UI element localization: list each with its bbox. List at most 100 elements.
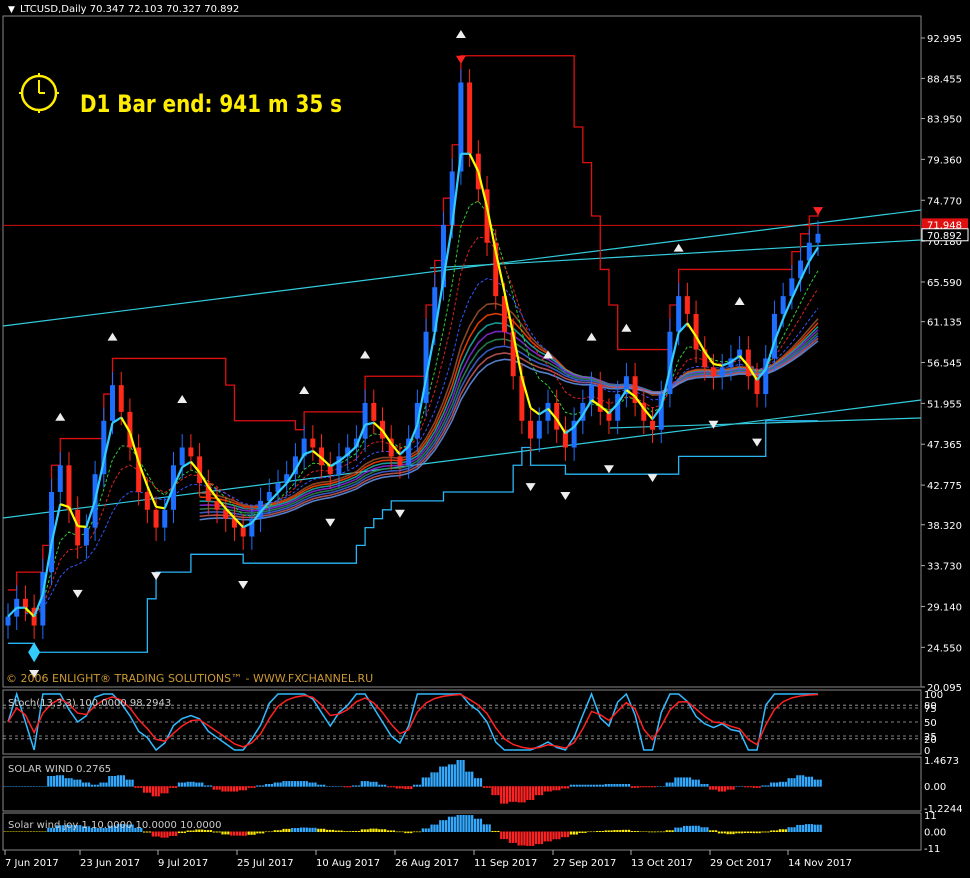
joy-bar [15,831,18,832]
joy-bar [494,830,497,832]
solar-wind-bar [639,786,642,788]
joy-bar [668,830,671,832]
main-price-panel[interactable] [2,29,922,679]
solar-wind-bar [189,781,192,787]
solar-wind-bar [250,786,253,788]
solar-wind-bar [166,786,169,794]
solar-wind-bar [325,786,329,787]
solar-wind-bar [177,782,181,787]
solar-wind-bar [47,775,50,787]
collapse-arrow-icon[interactable]: ▼ [8,5,15,15]
solar-wind-bar [767,785,770,787]
solar-wind-bar [653,786,657,788]
joy-tick-label: 11 [924,811,937,822]
solar-wind-bar [436,772,439,787]
joy-bar [276,830,279,832]
solar-wind-bar [160,786,163,794]
price-tick-label: 51.955 [927,399,962,410]
solar-wind-bar [256,785,259,787]
solar-wind-bar [587,784,590,787]
solar-wind-bar [584,784,587,787]
candle-body [83,527,89,546]
joy-bar [459,815,462,832]
joy-bar [517,831,520,846]
joy-bar [418,831,422,833]
solar-wind-bar [749,786,753,788]
joy-bar [421,828,425,832]
price-tick-label: 88.455 [927,74,962,85]
joy-bar [439,820,442,832]
solar-wind-bar [703,783,706,787]
price-tick-label: 92.995 [927,34,962,45]
joy-bar [267,831,271,833]
joy-bar [784,829,787,832]
joy-bar [29,831,33,832]
joy-bar [741,831,744,834]
time-tick-label: 27 Sep 2017 [553,858,616,869]
joy-bar [323,828,326,832]
solar-wind-bar [636,786,639,788]
candle-body [153,509,159,528]
joy-bar [601,831,605,832]
solar-wind-bar [790,778,793,787]
joy-bar [511,831,515,843]
joy-bar [279,830,282,832]
joy-bar [244,831,247,836]
joy-tick-label: 0.00 [924,828,946,839]
candle-body [118,385,124,412]
solar-wind-bar [12,786,15,787]
solar-wind-bar [581,784,584,787]
joy-bar [787,827,790,832]
solar-wind-bar [648,786,651,788]
solar-wind-bar [520,786,523,803]
candle-body [719,367,725,377]
solar-wind-bar [253,786,256,788]
joy-bar [729,831,732,835]
solar-wind-joy-panel[interactable]: 11 0.00 -11 [3,811,947,855]
ma-ribbon-line [199,312,819,509]
price-tick-label: 79.360 [927,155,962,166]
solar-wind-bar [453,764,456,787]
joy-bar [651,831,654,833]
solar-wind-bar [206,785,210,787]
solar-wind-bar [784,781,787,787]
joy-bar [375,828,378,832]
joy-bar [177,831,181,834]
solar-wind-panel[interactable]: 1.46730.00-1.2244 [3,756,963,815]
joy-bar [383,829,387,832]
joy-bar [636,831,639,832]
solar-wind-bar [145,786,149,793]
joy-bar [563,831,567,838]
solar-wind-bar [151,786,155,797]
solar-wind-bar [244,786,247,791]
solar-wind-bar [363,781,366,787]
solar-wind-bar [285,781,288,787]
joy-bar [677,827,680,832]
joy-bar [328,829,332,832]
joy-bar [659,831,663,833]
solar-wind-bar [793,778,796,787]
solar-wind-bar [755,786,758,788]
joy-bar [717,831,721,834]
dashed-ma-line [25,200,819,616]
joy-bar [233,831,236,836]
solar-wind-bar [732,786,735,790]
solar-wind-bar [418,784,422,787]
solar-wind-bar [778,781,782,787]
fractal-down-arrow [394,509,405,518]
solar-wind-bar [35,786,38,787]
solar-wind-bar [3,786,6,787]
solar-wind-bar [561,786,564,789]
joy-bar [3,831,6,832]
joy-bar [392,830,395,832]
joy-bar [343,831,346,832]
joy-bar [546,831,549,842]
solar-wind-bar [598,784,602,787]
solar-wind-bar [349,786,352,788]
solar-wind-bar [259,785,262,787]
candle-body [240,527,246,537]
joy-bar [662,831,665,833]
solar-wind-bar [383,784,387,787]
solar-wind-bar [291,781,294,787]
solar-wind-bar [41,786,44,787]
